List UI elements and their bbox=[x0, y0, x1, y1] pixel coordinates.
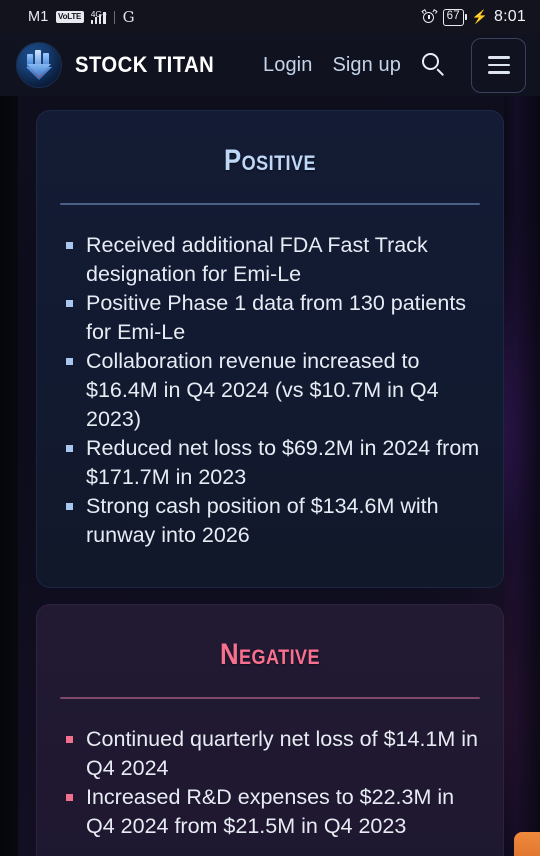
list-item: Strong cash position of $134.6M with run… bbox=[60, 492, 480, 550]
negative-card-divider bbox=[60, 697, 480, 699]
list-item: Collaboration revenue increased to $16.4… bbox=[60, 347, 480, 434]
status-bar-right: 67 ⚡ 8:01 bbox=[421, 8, 526, 26]
brand-name: STOCK TITAN bbox=[75, 52, 215, 77]
status-divider bbox=[113, 10, 115, 24]
negative-highlights-card: Negative Continued quarterly net loss of… bbox=[36, 604, 504, 856]
page-content[interactable]: Positive Received additional FDA Fast Tr… bbox=[0, 96, 540, 856]
status-bar: M1 VoLTE 4G+ G 67 ⚡ 8:01 bbox=[0, 0, 540, 34]
header-nav: Login Sign up bbox=[263, 37, 526, 93]
status-bar-left: M1 VoLTE 4G+ G bbox=[28, 9, 135, 25]
site-header: STOCK TITAN Login Sign up bbox=[0, 34, 540, 96]
search-icon[interactable] bbox=[421, 52, 447, 78]
signup-link[interactable]: Sign up bbox=[332, 54, 401, 77]
stock-titan-logo-icon bbox=[16, 42, 62, 88]
positive-bullet-list: Received additional FDA Fast Track desig… bbox=[60, 231, 480, 550]
list-item: Received additional FDA Fast Track desig… bbox=[60, 231, 480, 289]
floating-action-button[interactable] bbox=[514, 832, 540, 856]
positive-card-divider bbox=[60, 203, 480, 205]
list-item: Continued quarterly net loss of $14.1M i… bbox=[60, 725, 480, 783]
alarm-clock-icon bbox=[421, 8, 438, 25]
hamburger-menu-button[interactable] bbox=[471, 37, 526, 93]
google-icon: G bbox=[122, 7, 135, 26]
battery-indicator: 67 bbox=[442, 8, 467, 26]
network-type-label: 4G+ bbox=[90, 8, 108, 19]
app-screen: M1 VoLTE 4G+ G 67 ⚡ 8:01 STOCK TITAN Log… bbox=[0, 0, 540, 856]
carrier-label: M1 bbox=[28, 9, 49, 25]
login-link[interactable]: Login bbox=[263, 54, 312, 77]
positive-card-title: Positive bbox=[224, 144, 316, 177]
positive-highlights-card: Positive Received additional FDA Fast Tr… bbox=[36, 110, 504, 588]
brand-home-link[interactable]: STOCK TITAN bbox=[16, 42, 226, 88]
list-item: Reduced net loss to $69.2M in 2024 from … bbox=[60, 434, 480, 492]
negative-bullet-list: Continued quarterly net loss of $14.1M i… bbox=[60, 725, 480, 841]
hamburger-line bbox=[487, 63, 510, 67]
charging-bolt-icon: ⚡ bbox=[471, 9, 489, 24]
battery-tip bbox=[464, 14, 467, 20]
hamburger-line bbox=[487, 71, 510, 74]
signal-strength-indicator: 4G+ bbox=[90, 8, 108, 24]
list-item: Positive Phase 1 data from 130 patients … bbox=[60, 289, 480, 347]
battery-percent-label: 67 bbox=[442, 8, 464, 26]
hamburger-line bbox=[487, 56, 510, 59]
volte-badge: VoLTE bbox=[55, 11, 84, 23]
negative-card-title: Negative bbox=[219, 638, 321, 671]
list-item: Increased R&D expenses to $22.3M in Q4 2… bbox=[60, 783, 480, 841]
clock-label: 8:01 bbox=[494, 8, 526, 25]
